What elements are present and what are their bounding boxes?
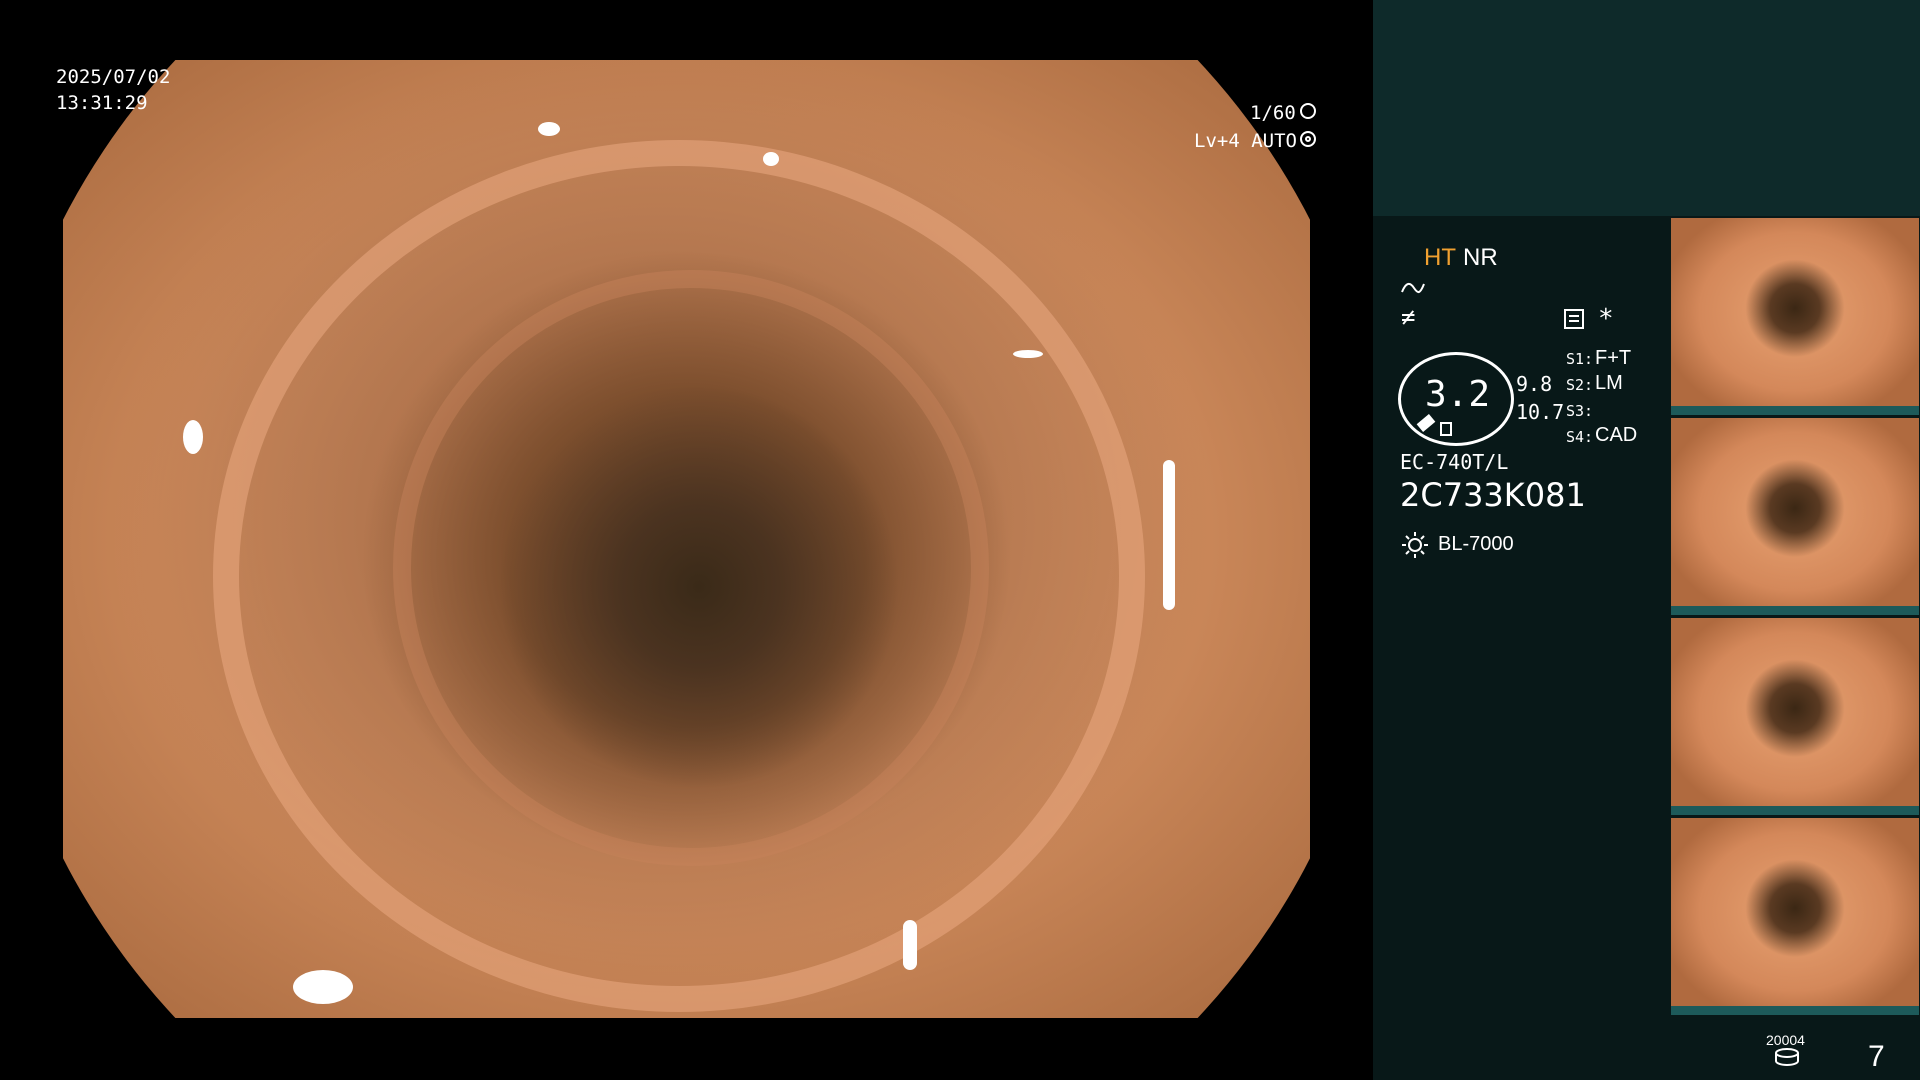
storage-icon [1775,1048,1799,1066]
capture-thumbnail[interactable] [1671,818,1919,1006]
s2-value: LM [1595,372,1623,394]
thumbnail-divider [1671,806,1919,815]
specular-highlight [1013,350,1043,358]
asterisk-marker: * [1598,304,1614,334]
exam-date: 2025/07/02 [56,66,171,88]
not-equal-icon: ≠ [1401,303,1416,331]
panel-header-area [1373,0,1920,216]
light-source: BL-7000 [1438,533,1514,555]
specular-highlight [1163,460,1175,610]
exposure-level: Lv+4 AUTO [1194,130,1297,152]
zoom-sub-2: 10.7 [1516,400,1565,424]
curve-icon [1401,282,1425,294]
shutter-speed: 1/60 [1250,102,1296,124]
aperture-icon [1300,103,1316,119]
specular-highlight [538,122,560,136]
sun-icon [1402,532,1428,558]
box-icon [1440,422,1452,436]
scope-serial: 2C733K081 [1400,476,1586,514]
zoom-sub-1: 9.8 [1516,372,1553,396]
exam-time: 13:31:29 [56,92,148,114]
s1-value: F+T [1595,347,1632,369]
thumbnail-divider [1671,606,1919,615]
specular-highlight [293,970,353,1004]
settings-icon [1564,309,1584,329]
footer-count: 7 [1868,1040,1885,1073]
footer-code: 20004 [1766,1032,1805,1048]
s1-key: S1: [1566,350,1594,368]
capture-thumbnail[interactable] [1671,218,1919,406]
thumbnail-divider [1671,1006,1919,1015]
mucosal-fold [393,270,989,866]
s4-key: S4: [1566,428,1594,446]
capture-thumbnail[interactable] [1671,418,1919,606]
auto-exposure-icon [1300,131,1316,147]
mode-ht: HT [1424,244,1456,271]
s3-key: S3: [1566,402,1594,420]
zoom-value: 3.2 [1425,374,1491,415]
specular-highlight [183,420,203,454]
specular-highlight [763,152,779,166]
specular-highlight [903,920,917,970]
scope-model: EC-740T/L [1400,450,1509,474]
capture-thumbnail[interactable] [1671,618,1919,806]
s2-key: S2: [1566,376,1594,394]
thumbnail-divider [1671,406,1919,415]
endoscope-view [63,60,1310,1018]
mode-nr: NR [1463,244,1498,271]
s4-value: CAD [1595,424,1638,446]
